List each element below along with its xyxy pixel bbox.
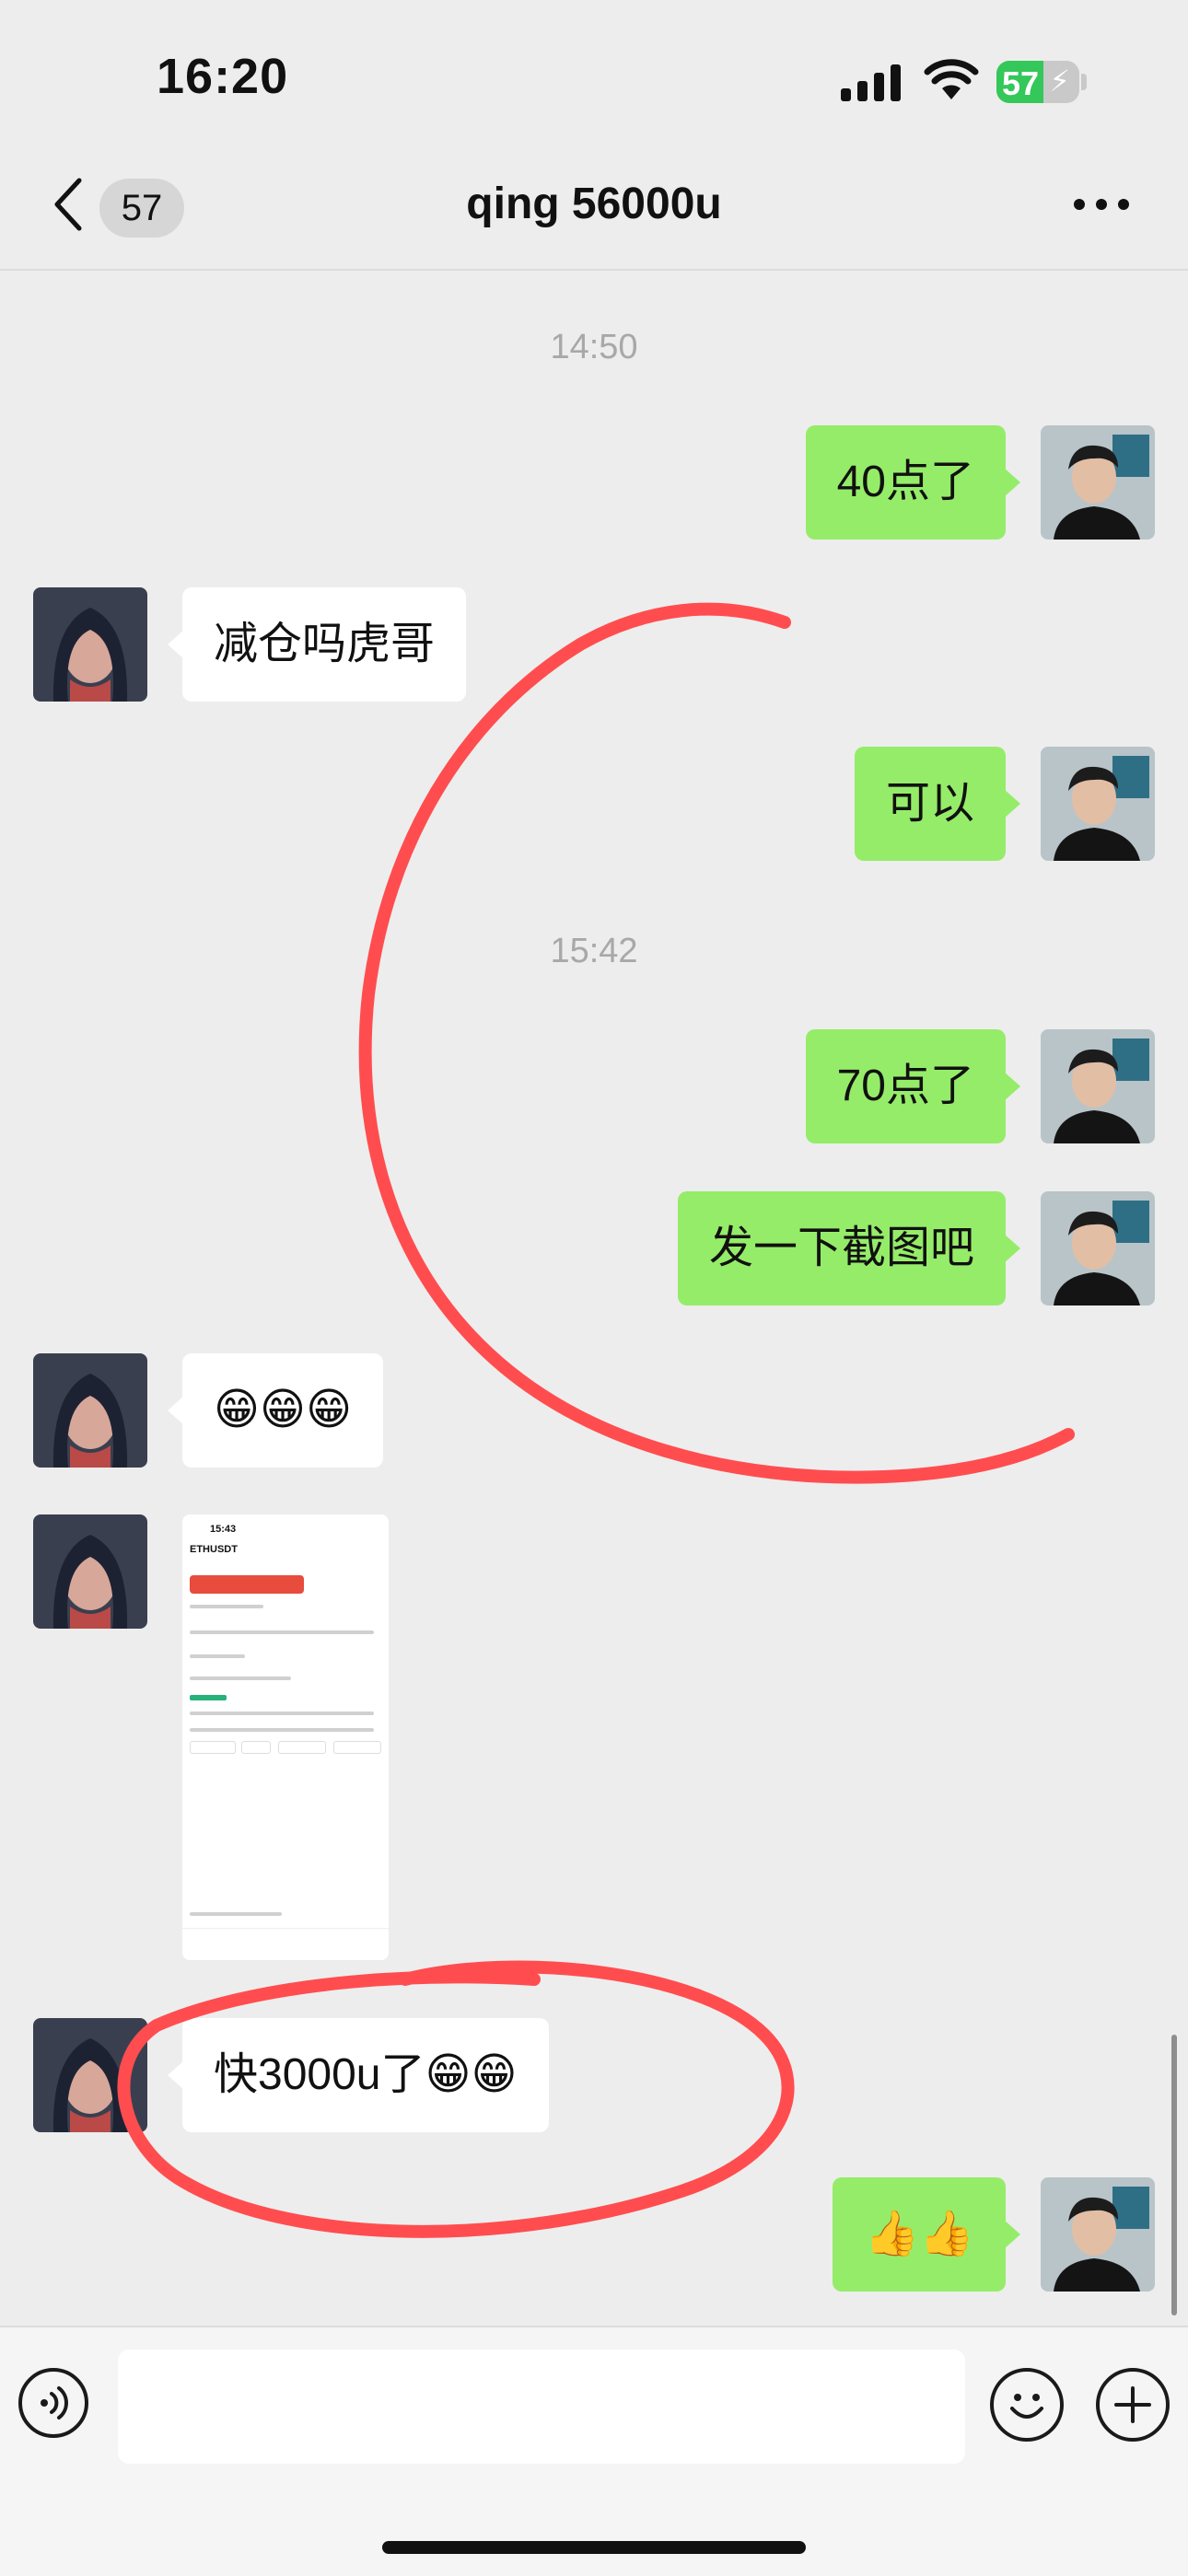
plus-icon[interactable] (1096, 2368, 1170, 2442)
thumbnail-red-button (190, 1575, 304, 1594)
thumbnail-line (190, 1605, 263, 1608)
status-bar: 16:20 57 ⚡ (0, 0, 1188, 138)
timestamp: 14:50 (550, 328, 638, 366)
chat-title: qing 56000u (466, 180, 722, 228)
message-bubble-received[interactable]: 😁😁😁 (167, 1353, 384, 1468)
thumbnail-tab (278, 1741, 326, 1754)
thumbnail-line (190, 1654, 245, 1658)
image-message-thumbnail[interactable]: 15:43 ETHUSDT (182, 1514, 389, 1960)
home-indicator[interactable] (382, 2541, 806, 2554)
thumbnail-symbol: ETHUSDT (190, 1544, 238, 1555)
wifi-icon (924, 59, 979, 99)
message-bubble-sent[interactable]: 可以 (854, 747, 1021, 861)
message-bubble-received[interactable]: 快3000u了😁😁 (168, 2018, 549, 2132)
message-bubble-sent[interactable]: 40点了 (805, 425, 1021, 540)
chat-header: 57 qing 56000u (0, 138, 1188, 271)
my-avatar[interactable] (1041, 1029, 1155, 1143)
message-bubble-sent[interactable]: 70点了 (805, 1029, 1021, 1143)
thumbnail-line (190, 1912, 282, 1916)
contact-avatar[interactable] (33, 587, 147, 702)
battery-tip (1081, 74, 1087, 90)
thumbnail-line (190, 1728, 374, 1732)
my-avatar[interactable] (1041, 747, 1155, 861)
message-input[interactable] (118, 2350, 965, 2464)
thumbnail-tab (190, 1741, 236, 1754)
red-annotation-marks (117, 602, 1075, 2238)
contact-avatar[interactable] (33, 2018, 147, 2132)
thumbnail-tab (241, 1741, 271, 1754)
scrollbar[interactable] (1171, 2035, 1177, 2315)
timestamp: 15:42 (550, 932, 638, 970)
thumbnail-time: 15:43 (210, 1524, 237, 1535)
my-avatar[interactable] (1041, 2177, 1155, 2292)
more-dots-icon[interactable] (1068, 193, 1135, 215)
thumbnail-line (190, 1630, 374, 1634)
thumbnail-line (190, 1712, 374, 1715)
input-bar (0, 2326, 1188, 2576)
contact-avatar[interactable] (33, 1353, 147, 1468)
my-avatar[interactable] (1041, 425, 1155, 540)
thumbnail-line (190, 1677, 291, 1680)
contact-avatar[interactable] (33, 1514, 147, 1629)
message-bubble-sent[interactable]: 👍👍 (833, 2177, 1020, 2292)
smiley-icon[interactable] (990, 2368, 1064, 2442)
thumbnail-green-value (190, 1695, 227, 1700)
voice-icon[interactable] (18, 2368, 88, 2438)
battery-level: 57 (1002, 64, 1040, 102)
my-avatar[interactable] (1041, 1191, 1155, 1305)
status-time: 16:20 (157, 49, 289, 104)
message-bubble-received[interactable]: 减仓吗虎哥 (167, 587, 467, 702)
thumbnail-tabbar (182, 1928, 389, 1960)
battery-icon: 57 ⚡ (996, 61, 1079, 103)
cellular-signal-icon (841, 63, 902, 101)
thumbnail-tab (333, 1741, 381, 1754)
message-bubble-sent[interactable]: 发一下截图吧 (677, 1191, 1021, 1305)
